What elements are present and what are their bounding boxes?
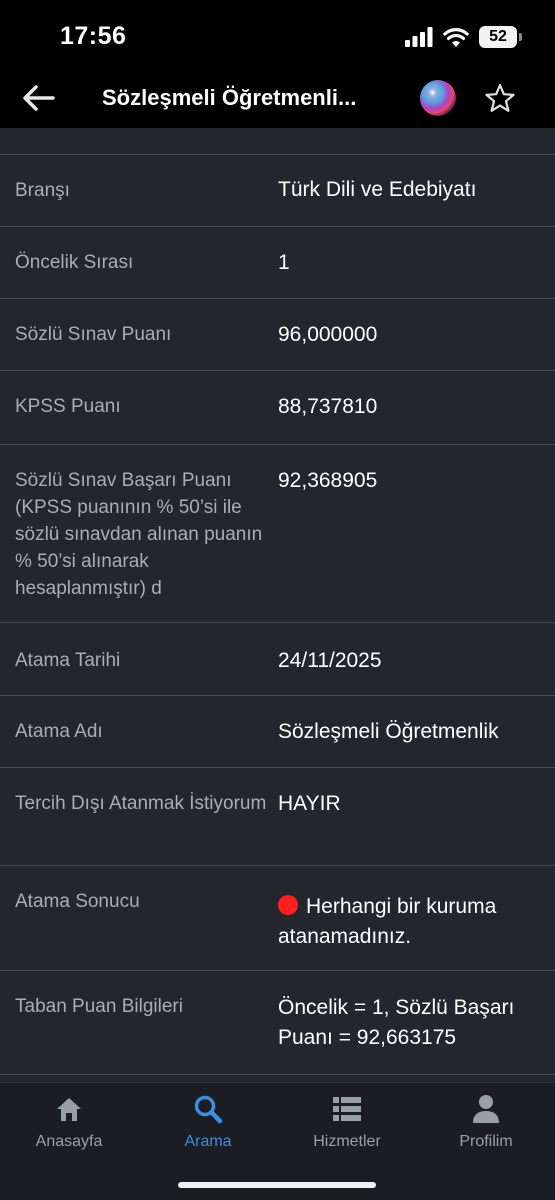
tarih-value: 24/11/2025 <box>278 649 382 672</box>
detail-row-taban: Taban Puan Bilgileri Öncelik = 1, Sözlü … <box>0 970 555 1074</box>
basari-label: Sözlü Sınav Başarı Puanı (KPSS puanının … <box>15 470 263 599</box>
tab-anasayfa-label: Anasayfa <box>35 1133 103 1150</box>
detail-row-divider <box>0 1074 555 1082</box>
tercih-label: Tercih Dışı Atanmak İstiyorum <box>15 793 267 814</box>
battery-level: 52 <box>489 28 507 45</box>
app-bar: Sözleşmeli Öğretmenli... <box>0 70 555 128</box>
detail-row-sozlu: Sözlü Sınav Puanı 96,000000 <box>0 298 555 370</box>
sonuc-label: Atama Sonucu <box>15 891 140 912</box>
search-icon <box>194 1095 223 1124</box>
detail-row-tercih: Tercih Dışı Atanmak İstiyorum HAYIR <box>0 767 555 865</box>
kpss-value: 88,737810 <box>278 395 378 418</box>
status-time: 17:56 <box>60 22 127 50</box>
adi-value: Sözleşmeli Öğretmenlik <box>278 720 499 743</box>
tercih-value: HAYIR <box>278 792 341 815</box>
detail-row-tarih: Atama Tarihi 24/11/2025 <box>0 622 555 695</box>
brans-value: Türk Dili ve Edebiyatı <box>278 178 477 201</box>
home-indicator[interactable] <box>178 1182 376 1188</box>
star-icon <box>485 83 515 112</box>
detail-row-basari: Sözlü Sınav Başarı Puanı (KPSS puanının … <box>0 444 555 622</box>
profile-icon <box>473 1095 499 1123</box>
detail-row-kpss: KPSS Puanı 88,737810 <box>0 370 555 444</box>
battery-icon: 52 <box>479 26 522 48</box>
tab-profilim[interactable]: Profilim <box>417 1093 555 1163</box>
siri-icon[interactable] <box>420 80 456 116</box>
detail-row-adi: Atama Adı Sözleşmeli Öğretmenlik <box>0 695 555 767</box>
sonuc-text: Herhangi bir kuruma atanamadınız. <box>278 895 497 948</box>
sonuc-value: Herhangi bir kuruma atanamadınız. <box>278 892 548 952</box>
favorite-button[interactable] <box>480 78 520 118</box>
page-title: Sözleşmeli Öğretmenli... <box>102 85 357 110</box>
status-bar: 17:56 52 <box>0 0 555 70</box>
detail-row-brans: Branşı Türk Dili ve Edebiyatı <box>0 154 555 226</box>
status-dot-icon <box>278 895 298 915</box>
tab-hizmetler[interactable]: Hizmetler <box>278 1093 416 1163</box>
kpss-label: KPSS Puanı <box>15 396 121 417</box>
tarih-label: Atama Tarihi <box>15 650 121 671</box>
back-arrow-icon <box>23 85 55 111</box>
oncelik-value: 1 <box>278 251 290 274</box>
home-icon <box>57 1098 81 1121</box>
brans-label: Branşı <box>15 180 70 201</box>
detail-row-sonuc: Atama Sonucu Herhangi bir kuruma atanama… <box>0 865 555 970</box>
taban-label: Taban Puan Bilgileri <box>15 996 183 1017</box>
detail-row-oncelik: Öncelik Sırası 1 <box>0 226 555 298</box>
adi-label: Atama Adı <box>15 721 103 742</box>
oncelik-label: Öncelik Sırası <box>15 252 134 273</box>
basari-value: 92,368905 <box>278 469 378 492</box>
tab-arama-label: Arama <box>184 1133 232 1150</box>
detail-list[interactable]: Branşı Türk Dili ve Edebiyatı Öncelik Sı… <box>0 128 555 1082</box>
taban-value: Öncelik = 1, Sözlü Başarı Puanı = 92,663… <box>278 996 515 1049</box>
sozlu-value: 96,000000 <box>278 323 378 346</box>
services-list-icon <box>333 1097 361 1121</box>
tab-arama[interactable]: Arama <box>139 1093 277 1163</box>
tab-hizmetler-label: Hizmetler <box>313 1133 381 1150</box>
wifi-icon <box>443 28 469 47</box>
tab-profilim-label: Profilim <box>459 1133 513 1150</box>
tab-anasayfa[interactable]: Anasayfa <box>0 1093 138 1163</box>
signal-icon <box>405 27 433 47</box>
sozlu-label: Sözlü Sınav Puanı <box>15 324 172 345</box>
status-icons: 52 <box>405 24 522 50</box>
back-button[interactable] <box>18 78 58 118</box>
